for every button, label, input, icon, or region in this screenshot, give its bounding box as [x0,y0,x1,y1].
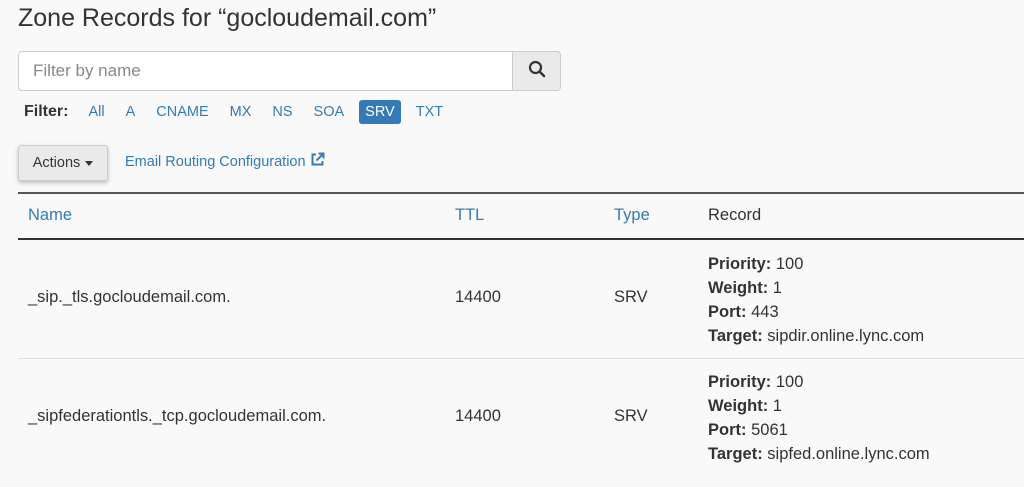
column-header-record: Record [708,206,762,224]
actions-dropdown-button[interactable]: Actions [18,145,108,181]
column-header-name[interactable]: Name [28,206,72,225]
page-title: Zone Records for “gocloudemail.com” [18,4,437,32]
record-ttl: 14400 [455,407,501,425]
table-header-border [18,238,1024,240]
column-header-type[interactable]: Type [614,206,650,225]
filter-srv[interactable]: SRV [359,100,401,124]
filter-label: Filter: [24,103,69,120]
filter-ns[interactable]: NS [266,100,298,124]
filter-bar: Filter: All A CNAME MX NS SOA SRV TXT [24,98,458,126]
search-input[interactable] [18,51,514,91]
external-link-icon [306,152,325,171]
search-button[interactable] [513,51,561,91]
search-icon [528,60,546,83]
record-priority: Priority: 100 [708,373,804,391]
record-details: Priority: 100 Weight: 1 Port: 5061 Targe… [708,370,930,466]
record-target: Target: sipdir.online.lync.com [708,327,925,345]
record-type: SRV [614,288,648,306]
filter-a[interactable]: A [120,100,142,124]
record-ttl: 14400 [455,288,501,306]
record-name: _sipfederationtls._tcp.gocloudemail.com. [28,407,327,425]
filter-txt[interactable]: TXT [410,100,449,124]
record-port: Port: 443 [708,303,779,321]
record-target: Target: sipfed.online.lync.com [708,445,930,463]
record-details: Priority: 100 Weight: 1 Port: 443 Target… [708,252,924,348]
record-weight: Weight: 1 [708,279,782,297]
row-divider [18,358,1024,359]
record-weight: Weight: 1 [708,397,782,415]
filter-cname[interactable]: CNAME [150,100,214,124]
record-name: _sip._tls.gocloudemail.com. [28,288,231,306]
table-top-border [18,192,1024,194]
filter-mx[interactable]: MX [224,100,258,124]
email-routing-link[interactable]: Email Routing Configuration [125,152,325,171]
record-priority: Priority: 100 [708,255,804,273]
actions-label: Actions [32,155,81,171]
record-port: Port: 5061 [708,421,788,439]
filter-all[interactable]: All [82,100,110,124]
record-type: SRV [614,407,648,425]
email-routing-label: Email Routing Configuration [125,153,306,170]
caret-down-icon [85,160,94,166]
search-bar [18,51,561,91]
filter-soa[interactable]: SOA [308,100,351,124]
column-header-ttl[interactable]: TTL [455,206,484,225]
